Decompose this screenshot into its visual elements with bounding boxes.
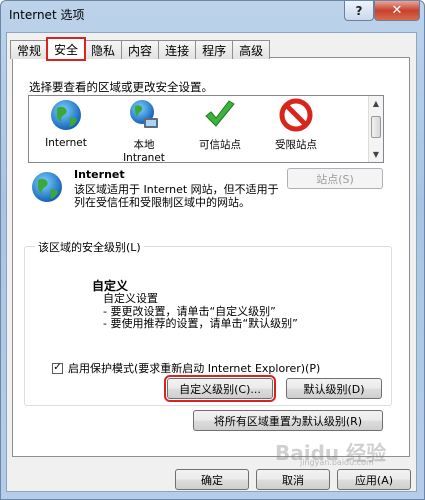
detail-line: 自定义设置 [103, 292, 158, 305]
close-button[interactable]: ✕ [374, 1, 420, 21]
zone-restricted-sites[interactable]: 受限站点 [265, 98, 327, 152]
zone-trusted-sites[interactable]: 可信站点 [189, 98, 251, 152]
intranet-globe-icon [130, 100, 158, 128]
detail-line: - 要使用推荐的设置，请单击“默认级别” [103, 317, 298, 330]
protected-mode-row[interactable]: ✓ 启用保护模式(要求重新启动 Internet Explorer)(P) [52, 360, 320, 376]
security-level-details: 自定义设置 - 要更改设置，请单击“自定义级别” - 要使用推荐的设置，请单击“… [103, 292, 298, 331]
zone-list: Internet 本地 Intranet 可信站点 受限站点 ▲ ▼ [28, 95, 384, 164]
protected-mode-label: 启用保护模式(要求重新启动 Internet Explorer)(P) [68, 362, 321, 375]
globe-icon [32, 172, 62, 202]
zone-local-intranet[interactable]: 本地 Intranet [113, 98, 175, 164]
zone-label: 可信站点 [199, 139, 241, 151]
tab-advanced[interactable]: 高级 [232, 40, 271, 59]
window-title: Internet 选项 [9, 8, 85, 22]
scroll-thumb[interactable] [371, 116, 381, 138]
cancel-button[interactable]: 取消 [256, 469, 330, 490]
watermark-url: jingyan.baidu.com [300, 458, 374, 467]
selected-zone-name: Internet [74, 168, 125, 181]
zone-label: 受限站点 [275, 139, 317, 151]
tab-security[interactable]: 安全 [46, 37, 87, 61]
protected-mode-checkbox[interactable]: ✓ [52, 362, 63, 374]
no-entry-icon [279, 98, 313, 132]
default-level-button[interactable]: 默认级别(D) [286, 378, 382, 399]
help-button[interactable]: ? [344, 1, 374, 21]
tab-content[interactable]: 内容 [121, 40, 160, 59]
scroll-up-icon[interactable]: ▲ [369, 96, 383, 111]
sites-button[interactable]: 站点(S) [287, 168, 383, 189]
tab-general[interactable]: 常规 [10, 40, 49, 59]
tab-programs[interactable]: 程序 [195, 40, 234, 59]
zone-internet[interactable]: Internet [35, 98, 97, 149]
reset-all-zones-button[interactable]: 将所有区域重置为默认级别(R) [193, 410, 383, 431]
zone-label: 本地 [133, 139, 155, 151]
custom-level-button[interactable]: 自定义级别(C)... [164, 375, 276, 402]
zone-label-line2: Intranet [123, 152, 165, 164]
apply-button[interactable]: 应用(A) [337, 469, 411, 490]
selected-zone-description: 该区域适用于 Internet 网站，但不适用于列在受信任和受限制区域中的网站。 [74, 183, 279, 209]
zone-list-scrollbar[interactable]: ▲ ▼ [368, 96, 383, 162]
scroll-down-icon[interactable]: ▼ [369, 147, 383, 162]
zone-label: Internet [45, 137, 87, 149]
zone-select-prompt: 选择要查看的区域或更改安全设置。 [29, 80, 213, 94]
tab-privacy[interactable]: 隐私 [84, 40, 123, 59]
ok-button[interactable]: 确定 [175, 469, 249, 490]
globe-icon [51, 100, 81, 130]
checkmark-icon [205, 100, 235, 127]
security-level-group-label: 该区域的安全级别(L) [35, 239, 144, 255]
tab-connections[interactable]: 连接 [158, 40, 197, 59]
tab-strip: 常规 安全 隐私 内容 连接 程序 高级 [10, 37, 271, 61]
